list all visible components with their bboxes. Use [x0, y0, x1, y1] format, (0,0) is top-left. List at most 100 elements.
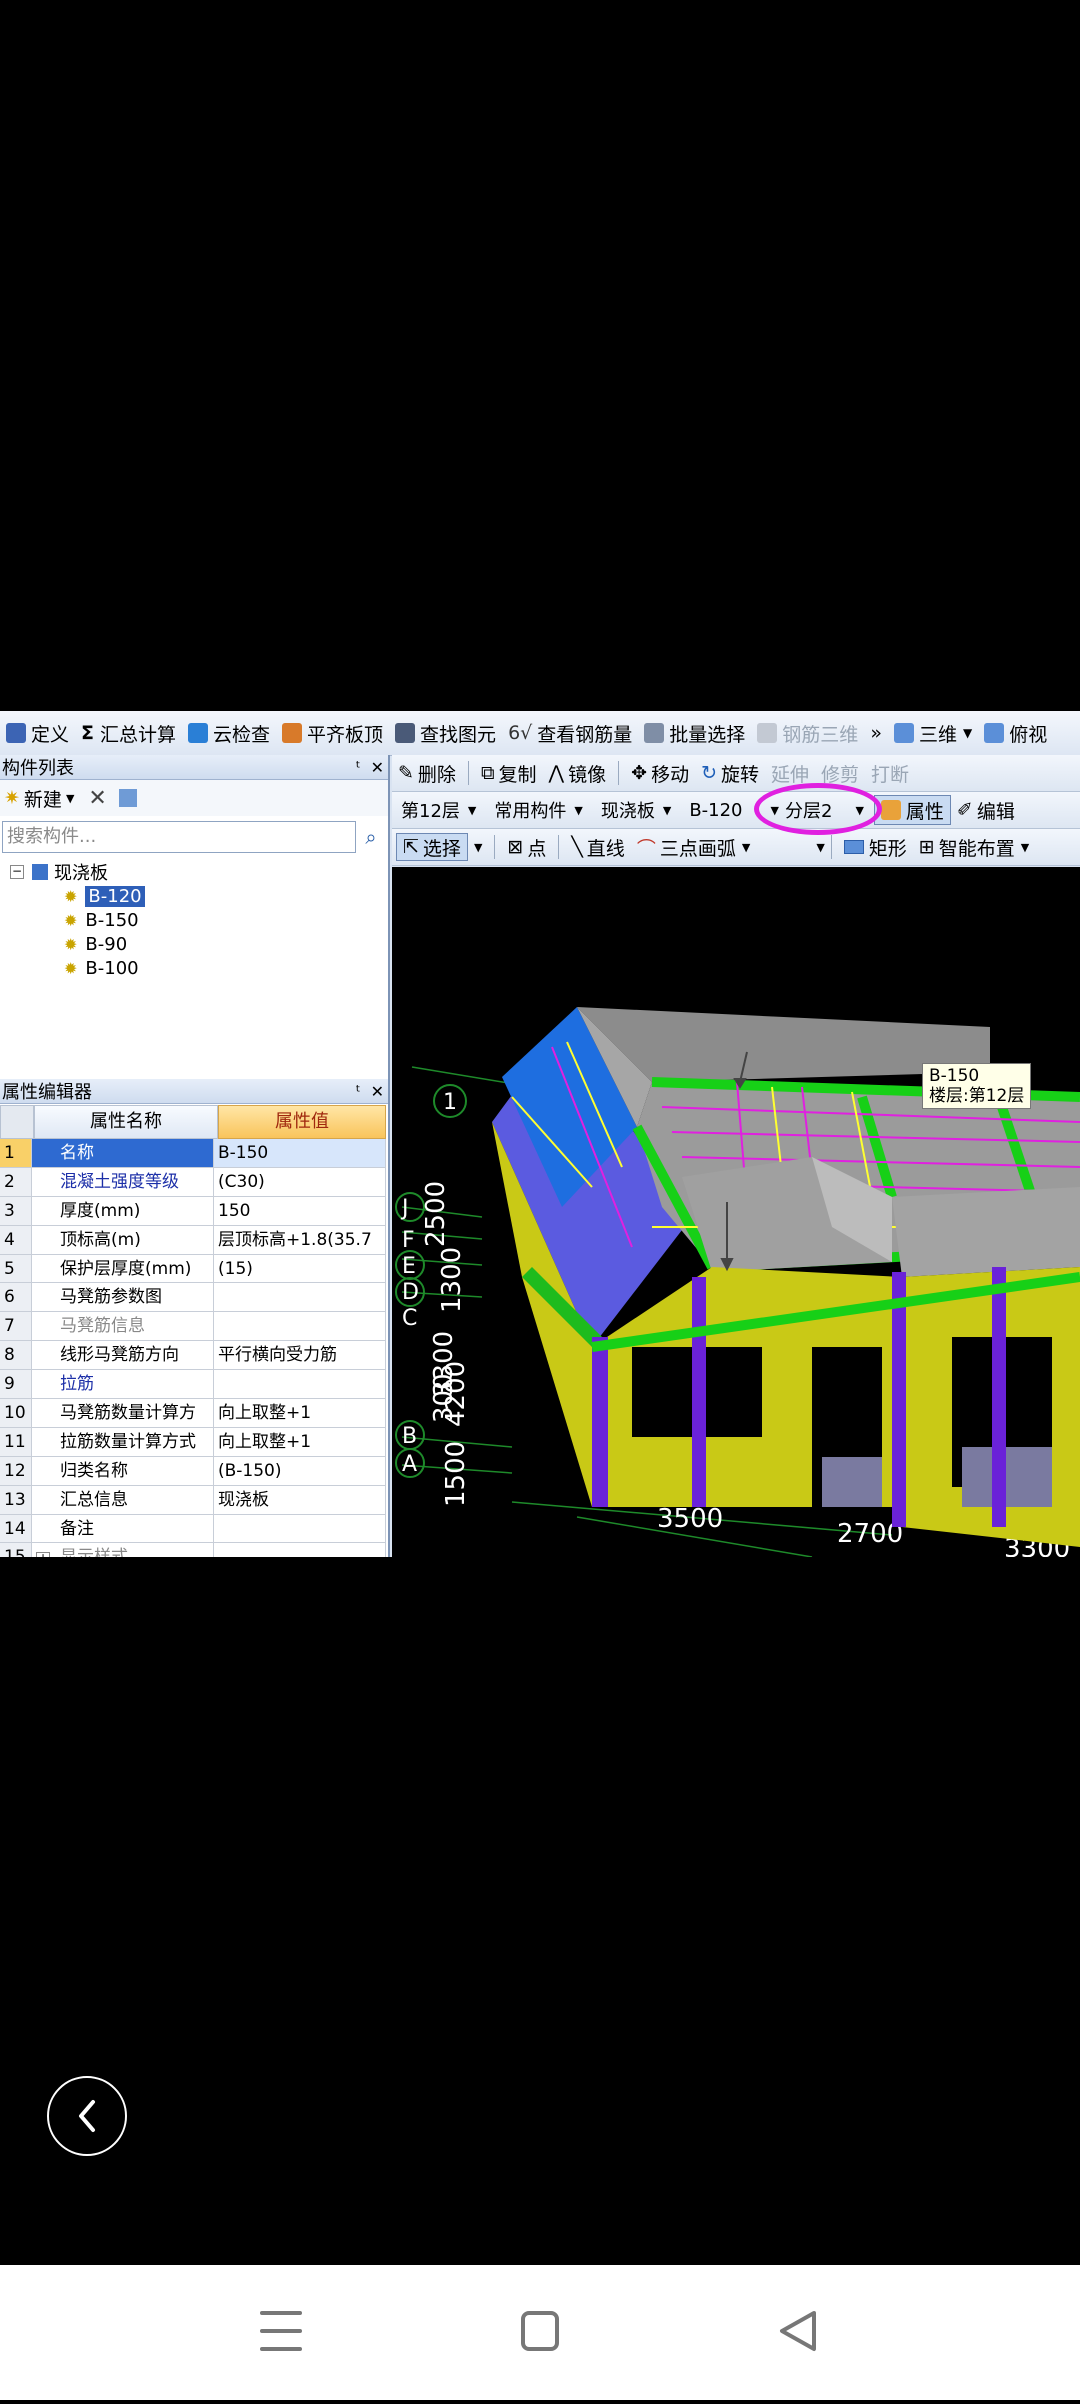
new-component-button[interactable]: ✷ 新建 ▼ [4, 785, 74, 812]
table-row[interactable]: 4 顶标高(m) 层顶标高+1.8(35.7 [0, 1225, 386, 1255]
component-icon: ✹ [64, 910, 78, 930]
table-row[interactable]: 9 拉筋 [0, 1370, 386, 1400]
table-row[interactable]: 15+显示样式 [0, 1543, 386, 1557]
pin-icon[interactable]: ᵗ [356, 758, 361, 777]
axis-label: F [402, 1228, 415, 1253]
menu-icon[interactable] [260, 2311, 302, 2351]
table-row[interactable]: 7 马凳筋信息 [0, 1312, 386, 1342]
mirror-button[interactable]: ⋀ 镜像 [543, 755, 613, 791]
dimension-label: 1500 [441, 1441, 471, 1507]
move-icon: ✥ [631, 762, 648, 784]
chevron-down-icon[interactable]: ▼ [474, 841, 482, 854]
back-nav-icon[interactable] [780, 2311, 816, 2351]
edit-button[interactable]: ✐ 编辑 [951, 792, 1021, 828]
tree-item[interactable]: ✹ B-120 [64, 884, 145, 908]
smart-layout-tool[interactable]: ⊞ 智能布置 ▼ [913, 829, 1035, 865]
table-row[interactable]: 13 汇总信息 现浇板 [0, 1485, 386, 1515]
search-icon[interactable]: ⌕ [356, 821, 386, 853]
arc-icon: ⌒ [636, 837, 656, 860]
break-button[interactable]: 打断 [865, 755, 915, 791]
chevron-down-icon: ▼ [1020, 840, 1030, 854]
tree-root[interactable]: − 现浇板 [10, 860, 108, 884]
table-row[interactable]: 3 厚度(mm) 150 [0, 1196, 386, 1226]
rect-tool[interactable]: 矩形 [838, 829, 913, 865]
rotate-button[interactable]: ↻ 旋转 [695, 755, 765, 791]
axis-label: B [402, 1424, 417, 1449]
delete-button[interactable]: ✎ 删除 [392, 755, 462, 791]
3d-view-button[interactable]: 三维 ▼ [888, 711, 978, 755]
cloud-check-icon [188, 723, 209, 743]
close-icon[interactable]: ✕ [371, 1082, 384, 1101]
cube-icon [893, 723, 914, 743]
collapse-icon[interactable]: − [10, 865, 24, 879]
component-list-title: 构件列表 [2, 758, 74, 779]
component-tree: − 现浇板 ✹ B-120 ✹ B-150 ✹ B-90 ✹ B-100 [0, 858, 388, 1028]
table-row[interactable]: 10 马凳筋数量计算方 向上取整+1 [0, 1399, 386, 1428]
eraser-icon: ✎ [398, 762, 414, 784]
chevron-down-icon[interactable]: ▼ [816, 841, 824, 854]
category-select[interactable]: 常用构件 ▼ [488, 797, 588, 823]
tree-item[interactable]: ✹ B-100 [64, 956, 139, 980]
align-slab-top-button[interactable]: 平齐板顶 [276, 711, 389, 755]
cloud-check-button[interactable]: 云检查 [182, 711, 276, 755]
point-tool[interactable]: ⊠ 点 [501, 829, 552, 865]
tree-item[interactable]: ✹ B-150 [64, 908, 139, 932]
home-icon[interactable] [521, 2311, 559, 2351]
layer-toolbar: 第12层 ▼ 常用构件 ▼ 现浇板 ▼ B-120 ▼ 分层2 ▼ 属性 ✐ 编辑 [392, 783, 1080, 835]
axis-label: J [400, 1196, 409, 1221]
table-row[interactable]: 14 备注 [0, 1514, 386, 1544]
chevron-down-icon: ▼ [65, 791, 75, 805]
copy-icon: ⧉ [480, 762, 495, 784]
table-row[interactable]: 8 线形马凳筋方向 平行横向受力筋 [0, 1341, 386, 1371]
cursor-icon: ⇱ [403, 836, 419, 858]
find-element-button[interactable]: 查找图元 [389, 711, 502, 755]
table-row[interactable]: 6 马凳筋参数图 [0, 1283, 386, 1313]
tree-item[interactable]: ✹ B-90 [64, 932, 127, 956]
toolbar-more-button[interactable]: » [864, 711, 888, 755]
property-editor-header: 属性编辑器 ᵗ ✕ [0, 1079, 388, 1104]
copy-icon[interactable] [118, 789, 137, 807]
dimension-label: 1300 [437, 1247, 467, 1313]
pen-icon: ✐ [956, 799, 973, 821]
move-button[interactable]: ✥ 移动 [625, 755, 695, 791]
floor-select[interactable]: 第12层 ▼ [395, 797, 482, 823]
close-icon[interactable]: ✕ [371, 758, 384, 777]
search-input[interactable]: 搜索构件... [2, 821, 356, 853]
table-row[interactable]: 5 保护层厚度(mm) (15) [0, 1254, 386, 1284]
new-icon: ✷ [4, 787, 20, 809]
left-panel: 构件列表 ᵗ✕ ✷ 新建 ▼ ✕ 搜索构件... ⌕ − 现浇板 ✹ B-12 [0, 755, 390, 1557]
rebar-3d-button[interactable]: 钢筋三维 [751, 711, 864, 755]
line-tool[interactable]: ╲ 直线 [565, 829, 630, 865]
col-name-header: 属性名称 [34, 1105, 218, 1139]
component-icon: ✹ [64, 934, 78, 954]
properties-button[interactable]: 属性 [873, 795, 951, 825]
table-row[interactable]: 12 归类名称 (B-150) [0, 1456, 386, 1486]
axis-label: A [402, 1452, 417, 1477]
point-icon: ⊠ [507, 836, 524, 858]
batch-select-button[interactable]: 批量选择 [638, 711, 751, 755]
pin-icon[interactable]: ᵗ [356, 1082, 361, 1101]
summary-calc-button[interactable]: Σ 汇总计算 [75, 711, 182, 755]
component-select[interactable]: B-120 [683, 797, 748, 823]
table-row[interactable]: 1 名称 B-150 [0, 1139, 386, 1168]
top-view-button[interactable]: 俯视 [978, 711, 1053, 755]
align-slab-icon [282, 723, 303, 743]
axis-label: 1 [443, 1090, 457, 1115]
properties-icon [880, 800, 901, 820]
copy-button[interactable]: ⧉ 复制 [475, 755, 543, 791]
arc-tool[interactable]: ⌒ 三点画弧 ▼ [631, 829, 757, 865]
delete-icon[interactable]: ✕ [88, 786, 106, 811]
property-editor-title: 属性编辑器 [2, 1082, 92, 1103]
expand-icon[interactable]: + [36, 1552, 50, 1557]
define-button[interactable]: 定义 [0, 711, 75, 755]
3d-viewport[interactable]: 1 J F E D C B A 2500 1300 3300 300 4200 … [392, 867, 1080, 1557]
smart-layout-icon: ⊞ [918, 836, 935, 858]
system-nav-bar [0, 2265, 1080, 2400]
back-button[interactable] [47, 2076, 127, 2156]
component-icon: ✹ [64, 958, 78, 978]
select-tool[interactable]: ⇱ 选择 [396, 833, 468, 861]
type-select[interactable]: 现浇板 ▼ [595, 797, 677, 823]
table-row[interactable]: 11 拉筋数量计算方式 向上取整+1 [0, 1427, 386, 1457]
view-rebar-button[interactable]: 6√ 查看钢筋量 [502, 711, 638, 755]
table-row[interactable]: 2 混凝土强度等级 (C30) [0, 1167, 386, 1197]
